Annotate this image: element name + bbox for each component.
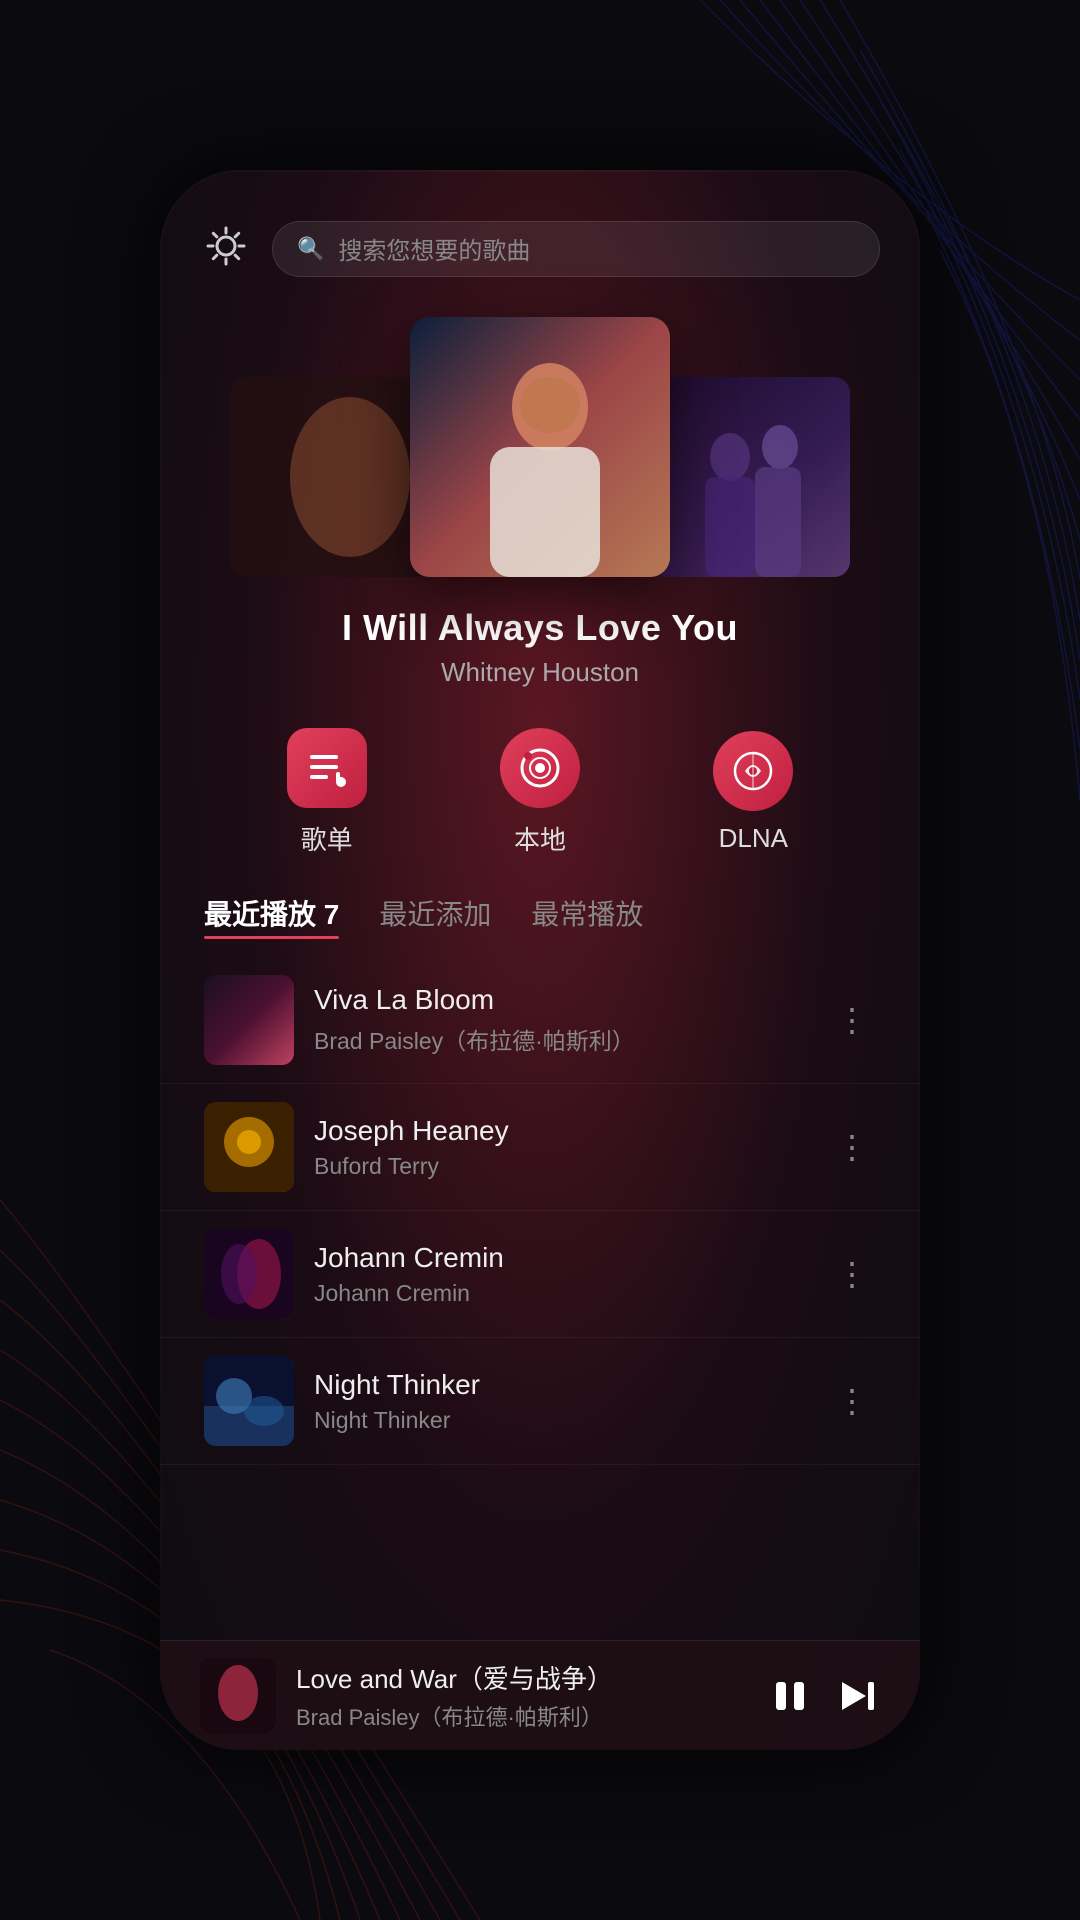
song-artist-4: Night Thinker — [314, 1407, 808, 1434]
tab-added[interactable]: 最近添加 — [379, 893, 491, 939]
tabs-row: 最近播放 7 最近添加 最常播放 — [160, 877, 920, 947]
more-btn-3[interactable]: ⋮ — [828, 1247, 876, 1301]
song-meta-2: Joseph Heaney Buford Terry — [314, 1115, 808, 1180]
playlist-icon — [287, 728, 367, 808]
nav-playlist[interactable]: 歌单 — [287, 728, 367, 857]
phone-content: 🔍 搜索您想要的歌曲 — [160, 170, 920, 1750]
tab-frequent[interactable]: 最常播放 — [531, 893, 643, 939]
tab-recent[interactable]: 最近播放 7 — [204, 893, 339, 939]
now-playing-thumb — [200, 1658, 276, 1734]
header: 🔍 搜索您想要的歌曲 — [160, 170, 920, 297]
song-artist: Whitney Houston — [200, 657, 880, 688]
now-playing-artist: Brad Paisley（布拉德·帕斯利） — [296, 1700, 748, 1732]
album-left[interactable] — [230, 377, 430, 577]
local-icon — [500, 728, 580, 808]
vinyl-left — [295, 377, 365, 389]
pause-button[interactable] — [768, 1674, 812, 1718]
song-row-2[interactable]: Joseph Heaney Buford Terry ⋮ — [160, 1084, 920, 1211]
nav-dlna[interactable]: DLNA — [713, 731, 793, 854]
settings-button[interactable] — [200, 220, 252, 277]
song-name-1: Viva La Bloom — [314, 984, 808, 1016]
song-thumb-1 — [204, 975, 294, 1065]
song-list: Viva La Bloom Brad Paisley（布拉德·帕斯利） ⋮ Jo… — [160, 947, 920, 1640]
album-right[interactable] — [650, 377, 850, 577]
song-artist-1: Brad Paisley（布拉德·帕斯利） — [314, 1022, 808, 1056]
now-playing-meta: Love and War（爱与战争） Brad Paisley（布拉德·帕斯利） — [296, 1659, 748, 1732]
phone-frame: 🔍 搜索您想要的歌曲 — [160, 170, 920, 1750]
song-meta-1: Viva La Bloom Brad Paisley（布拉德·帕斯利） — [314, 984, 808, 1056]
nav-icons: 歌单 本地 — [160, 698, 920, 877]
now-playing-bar: Love and War（爱与战争） Brad Paisley（布拉德·帕斯利） — [160, 1640, 920, 1750]
now-playing-title: Love and War（爱与战争） — [296, 1659, 748, 1696]
song-artist-2: Buford Terry — [314, 1153, 808, 1180]
song-meta-3: Johann Cremin Johann Cremin — [314, 1242, 808, 1307]
dlna-label: DLNA — [719, 823, 788, 854]
song-thumb-4 — [204, 1356, 294, 1446]
song-name-3: Johann Cremin — [314, 1242, 808, 1274]
song-meta-4: Night Thinker Night Thinker — [314, 1369, 808, 1434]
nav-local[interactable]: 本地 — [500, 728, 580, 857]
next-button[interactable] — [836, 1674, 880, 1718]
song-row[interactable]: Viva La Bloom Brad Paisley（布拉德·帕斯利） ⋮ — [160, 957, 920, 1084]
song-row-4[interactable]: Night Thinker Night Thinker ⋮ — [160, 1338, 920, 1465]
search-icon: 🔍 — [297, 236, 324, 262]
search-bar[interactable]: 🔍 搜索您想要的歌曲 — [272, 221, 880, 277]
more-btn-1[interactable]: ⋮ — [828, 993, 876, 1047]
song-row-3[interactable]: Johann Cremin Johann Cremin ⋮ — [160, 1211, 920, 1338]
album-carousel — [160, 297, 920, 587]
local-label: 本地 — [514, 820, 566, 857]
song-info: I Will Always Love You Whitney Houston — [160, 587, 920, 698]
song-title: I Will Always Love You — [200, 607, 880, 649]
song-name-4: Night Thinker — [314, 1369, 808, 1401]
more-btn-2[interactable]: ⋮ — [828, 1120, 876, 1174]
song-thumb-3 — [204, 1229, 294, 1319]
more-btn-4[interactable]: ⋮ — [828, 1374, 876, 1428]
album-center[interactable] — [410, 317, 670, 577]
search-placeholder: 搜索您想要的歌曲 — [338, 231, 530, 266]
playback-controls — [768, 1674, 880, 1718]
dlna-icon — [713, 731, 793, 811]
song-thumb-2 — [204, 1102, 294, 1192]
song-artist-3: Johann Cremin — [314, 1280, 808, 1307]
playlist-label: 歌单 — [301, 820, 353, 857]
song-name-2: Joseph Heaney — [314, 1115, 808, 1147]
